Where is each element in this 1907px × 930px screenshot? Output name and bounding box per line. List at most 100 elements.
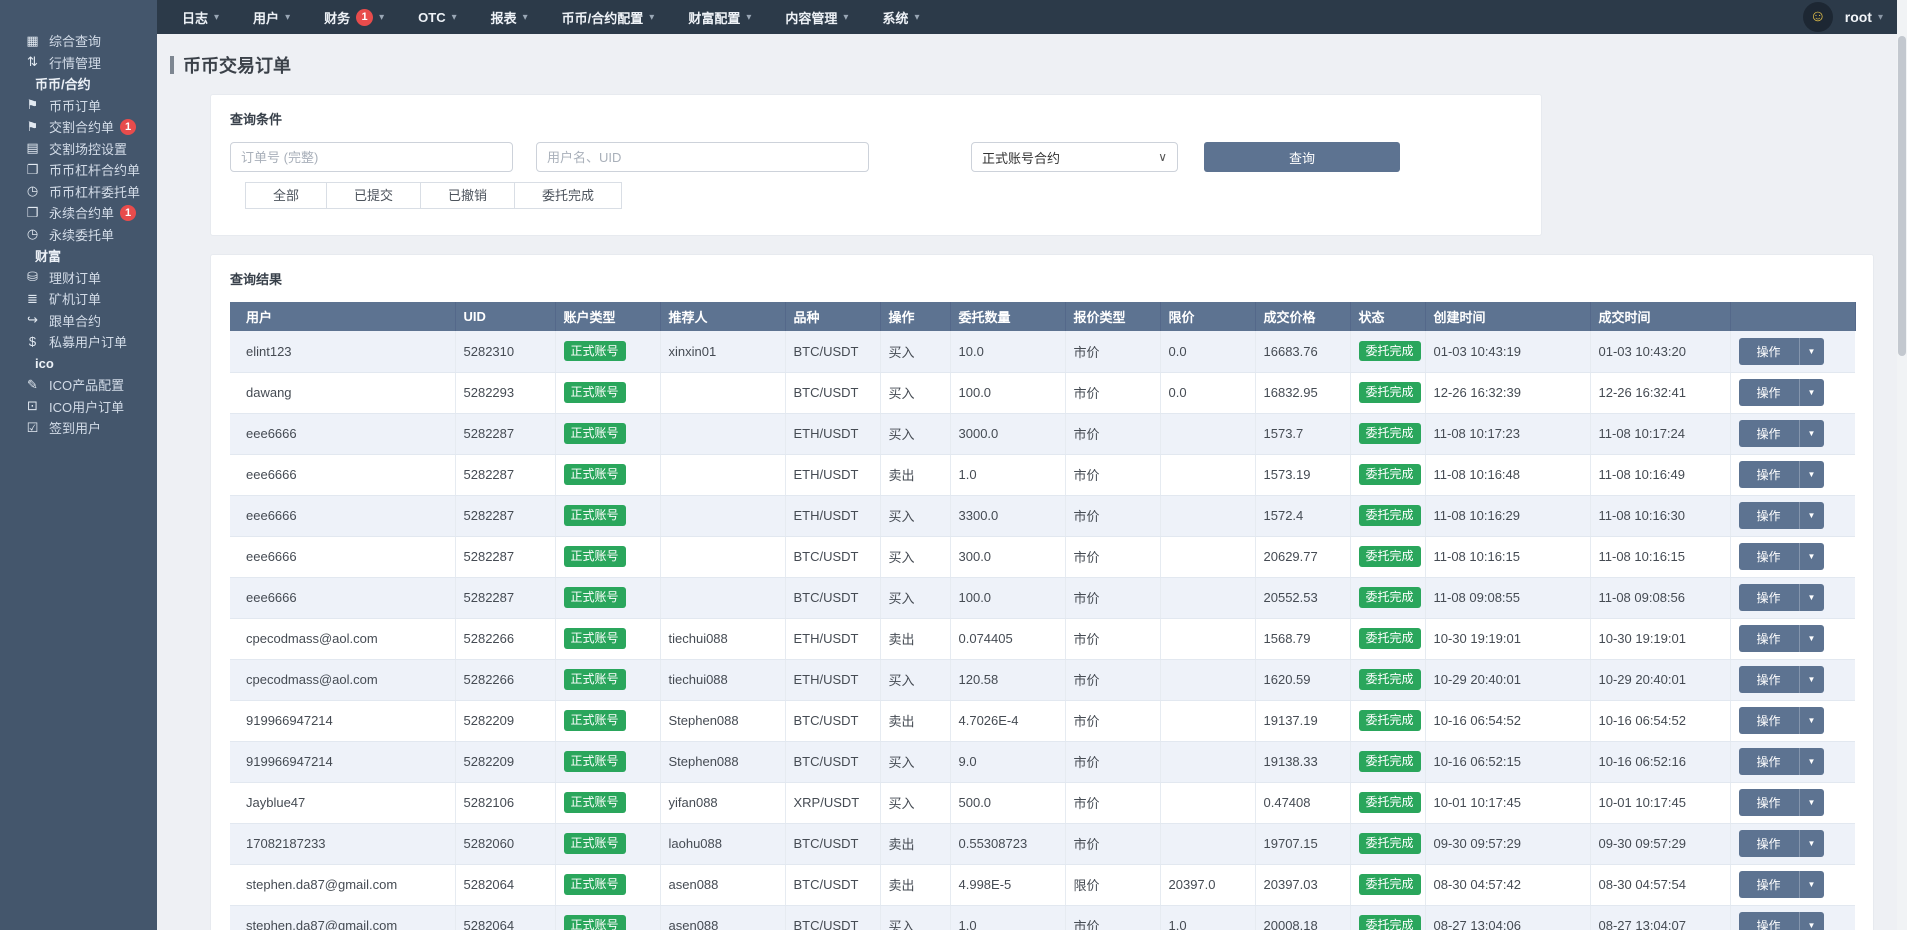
cell-created-time: 10-29 20:40:01 bbox=[1425, 659, 1590, 700]
row-action-caret-button[interactable]: ▼ bbox=[1800, 666, 1824, 693]
cell-referrer: xinxin01 bbox=[660, 331, 785, 372]
cell-created-time: 10-16 06:52:15 bbox=[1425, 741, 1590, 782]
account-type-badge: 正式账号 bbox=[564, 505, 626, 525]
cell-referrer: Stephen088 bbox=[660, 741, 785, 782]
row-action-button[interactable]: 操作 bbox=[1739, 584, 1800, 611]
cell-limit-price bbox=[1160, 577, 1255, 618]
row-action-button[interactable]: 操作 bbox=[1739, 871, 1800, 898]
row-action-caret-button[interactable]: ▼ bbox=[1800, 912, 1824, 930]
sidebar-item-miner-orders[interactable]: ≣ 矿机订单 bbox=[0, 288, 157, 310]
account-type-select[interactable]: 正式账号合约 ∨ bbox=[971, 142, 1178, 172]
nav-item-coin-contract-config[interactable]: 币币/合约配置 ▾ bbox=[545, 0, 672, 34]
row-action-button[interactable]: 操作 bbox=[1739, 912, 1800, 930]
sidebar-item-wealth-orders[interactable]: ⛁ 理财订单 bbox=[0, 267, 157, 289]
row-action-button[interactable]: 操作 bbox=[1739, 379, 1800, 406]
row-action-caret-button[interactable]: ▼ bbox=[1800, 379, 1824, 406]
row-action-caret-button[interactable]: ▼ bbox=[1800, 789, 1824, 816]
row-action-button[interactable]: 操作 bbox=[1739, 420, 1800, 447]
row-action-button[interactable]: 操作 bbox=[1739, 789, 1800, 816]
row-action-caret-button[interactable]: ▼ bbox=[1800, 338, 1824, 365]
row-action-caret-button[interactable]: ▼ bbox=[1800, 625, 1824, 652]
cell-created-time: 09-30 09:57:29 bbox=[1425, 823, 1590, 864]
column-header: 报价类型 bbox=[1065, 302, 1160, 331]
row-action-button[interactable]: 操作 bbox=[1739, 748, 1800, 775]
cell-user: 919966947214 bbox=[230, 700, 455, 741]
sidebar-item-delivery-contracts[interactable]: ⚑ 交割合约单 1 bbox=[0, 116, 157, 138]
nav-item-content-mgmt[interactable]: 内容管理 ▾ bbox=[768, 0, 865, 34]
sidebar-item-copy-trading[interactable]: ↪ 跟单合约 bbox=[0, 310, 157, 332]
row-action-caret-button[interactable]: ▼ bbox=[1800, 461, 1824, 488]
nav-item-reports[interactable]: 报表 ▾ bbox=[474, 0, 545, 34]
status-filter-tab[interactable]: 全部 bbox=[245, 182, 327, 209]
row-action-button[interactable]: 操作 bbox=[1739, 666, 1800, 693]
row-action-button[interactable]: 操作 bbox=[1739, 707, 1800, 734]
sidebar-item-summary-query[interactable]: ▦ 综合查询 bbox=[0, 30, 157, 52]
sidebar-item-coin-margin-contracts[interactable]: ❐ 币币杠杆合约单 bbox=[0, 159, 157, 181]
row-action-button[interactable]: 操作 bbox=[1739, 830, 1800, 857]
status-filter-tab[interactable]: 委托完成 bbox=[514, 182, 622, 209]
column-header bbox=[1730, 302, 1855, 331]
nav-item-users[interactable]: 用户 ▾ bbox=[236, 0, 307, 34]
cell-filled-price: 20008.18 bbox=[1255, 905, 1350, 930]
cell-created-time: 08-30 04:57:42 bbox=[1425, 864, 1590, 905]
cell-actions: 操作 ▼ bbox=[1730, 495, 1855, 536]
column-header: 推荐人 bbox=[660, 302, 785, 331]
row-action-caret-button[interactable]: ▼ bbox=[1800, 748, 1824, 775]
nav-item-logs[interactable]: 日志 ▾ bbox=[165, 0, 236, 34]
row-action-caret-button[interactable]: ▼ bbox=[1800, 871, 1824, 898]
row-action-button[interactable]: 操作 bbox=[1739, 502, 1800, 529]
status-filter-tab[interactable]: 已提交 bbox=[326, 182, 421, 209]
cell-created-time: 10-30 19:19:01 bbox=[1425, 618, 1590, 659]
account-type-badge: 正式账号 bbox=[564, 628, 626, 648]
nav-item-system[interactable]: 系统 ▾ bbox=[865, 0, 936, 34]
table-header-row: 用户 UID 账户类型 推荐人 品种 操作 委托数量 报价类型 bbox=[230, 302, 1855, 331]
nav-item-finance[interactable]: 财务 1 ▾ bbox=[307, 0, 401, 34]
sidebar-item-ico-user-orders[interactable]: ⊡ ICO用户订单 bbox=[0, 396, 157, 418]
status-filter-tab[interactable]: 已撤销 bbox=[420, 182, 515, 209]
cell-actions: 操作 ▼ bbox=[1730, 577, 1855, 618]
cell-actions: 操作 ▼ bbox=[1730, 413, 1855, 454]
sidebar-item-coin-orders[interactable]: ⚑ 币币订单 bbox=[0, 95, 157, 117]
topbar: 日志 ▾ 用户 ▾ 财务 1 ▾ OTC ▾ 报表 bbox=[157, 0, 1907, 34]
sidebar-item-coin-margin-pending[interactable]: ◷ 币币杠杆委托单 bbox=[0, 181, 157, 203]
cell-account-type: 正式账号 bbox=[555, 413, 660, 454]
order-number-input[interactable] bbox=[230, 142, 513, 172]
sidebar-item-perpetual-contracts[interactable]: ❐ 永续合约单 1 bbox=[0, 202, 157, 224]
account-type-badge: 正式账号 bbox=[564, 915, 626, 930]
row-action-caret-button[interactable]: ▼ bbox=[1800, 502, 1824, 529]
row-action-button[interactable]: 操作 bbox=[1739, 338, 1800, 365]
row-action-caret-button[interactable]: ▼ bbox=[1800, 543, 1824, 570]
sidebar-item-delivery-risk-settings[interactable]: ▤ 交割场控设置 bbox=[0, 138, 157, 160]
sidebar-item-checkin-users[interactable]: ☑ 签到用户 bbox=[0, 417, 157, 439]
page-scrollbar-thumb[interactable] bbox=[1898, 36, 1906, 356]
user-menu[interactable]: root ▾ bbox=[1845, 9, 1883, 25]
status-badge: 委托完成 bbox=[1359, 341, 1421, 361]
account-type-badge: 正式账号 bbox=[564, 710, 626, 730]
nav-item-otc[interactable]: OTC ▾ bbox=[401, 0, 473, 34]
row-action-button[interactable]: 操作 bbox=[1739, 543, 1800, 570]
sidebar-item-perpetual-pending[interactable]: ◷ 永续委托单 bbox=[0, 224, 157, 246]
status-badge: 委托完成 bbox=[1359, 669, 1421, 689]
username-uid-input[interactable] bbox=[536, 142, 869, 172]
cell-quantity: 10.0 bbox=[950, 331, 1065, 372]
sidebar-item-label: 币币杠杆委托单 bbox=[49, 182, 140, 201]
sidebar-item-market-mgmt[interactable]: ⇅ 行情管理 bbox=[0, 52, 157, 74]
row-action-button[interactable]: 操作 bbox=[1739, 461, 1800, 488]
cell-referrer bbox=[660, 495, 785, 536]
column-header: 创建时间 bbox=[1425, 302, 1590, 331]
row-action-button[interactable]: 操作 bbox=[1739, 625, 1800, 652]
row-action-caret-button[interactable]: ▼ bbox=[1800, 707, 1824, 734]
cell-status: 委托完成 bbox=[1350, 372, 1425, 413]
nav-item-wealth-config[interactable]: 财富配置 ▾ bbox=[671, 0, 768, 34]
row-action-caret-button[interactable]: ▼ bbox=[1800, 830, 1824, 857]
row-action-caret-button[interactable]: ▼ bbox=[1800, 420, 1824, 447]
cell-side: 卖出 bbox=[880, 618, 950, 659]
sidebar-item-ico-product-config[interactable]: ✎ ICO产品配置 bbox=[0, 374, 157, 396]
search-button[interactable]: 查询 bbox=[1204, 142, 1400, 172]
account-type-badge: 正式账号 bbox=[564, 669, 626, 689]
sidebar-item-private-placement-orders[interactable]: $ 私募用户订单 bbox=[0, 331, 157, 353]
user-avatar[interactable]: ☺ bbox=[1803, 2, 1833, 32]
cell-pair: BTC/USDT bbox=[785, 331, 880, 372]
row-action-caret-button[interactable]: ▼ bbox=[1800, 584, 1824, 611]
cell-filled-time: 08-30 04:57:54 bbox=[1590, 864, 1730, 905]
